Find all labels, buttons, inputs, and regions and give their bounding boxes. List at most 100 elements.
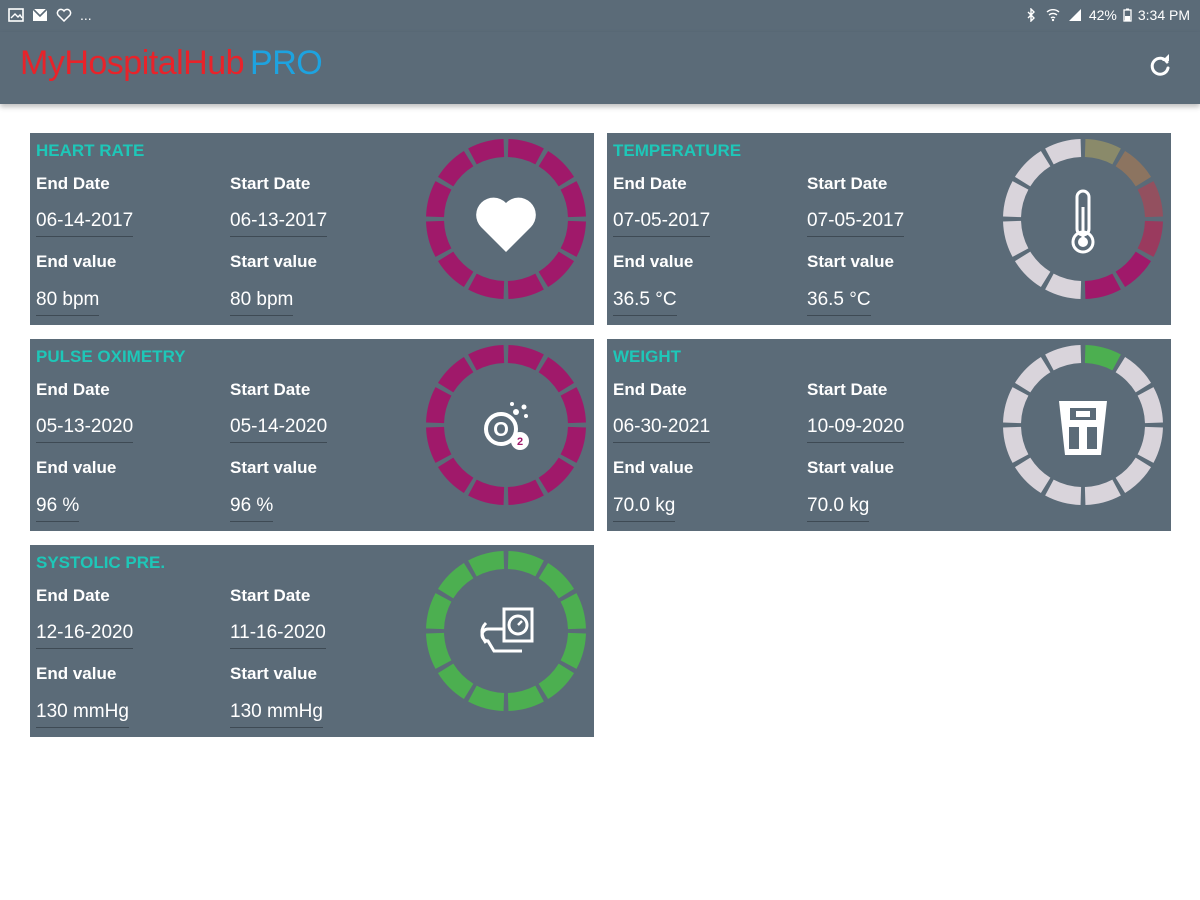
app-title: MyHospitalHub PRO	[20, 44, 323, 83]
signal-icon	[1068, 9, 1081, 21]
status-bar: ... 42% 3:34 PM	[0, 0, 1200, 32]
start-date-label: Start Date	[230, 174, 311, 193]
end-value-label: End value	[36, 664, 117, 683]
card-pulse-oximetry[interactable]: PULSE OXIMETRY End Date Start Date 05-13…	[30, 339, 594, 531]
start-value-label: Start value	[807, 252, 894, 271]
start-date-value: 05-14-2020	[230, 416, 328, 443]
gauge-segment	[1003, 387, 1029, 424]
thermometer-icon	[1071, 189, 1095, 254]
scale-icon	[1059, 401, 1107, 455]
gauge-segment	[468, 685, 505, 711]
heart-icon	[476, 197, 536, 252]
gauge-segment	[437, 356, 474, 393]
card-title: TEMPERATURE	[613, 141, 742, 160]
gauge-segment	[468, 479, 505, 505]
card-heart-rate[interactable]: HEART RATE End Date Start Date 06-14-201…	[30, 133, 594, 325]
gauge-segment	[437, 251, 474, 288]
start-date-label: Start Date	[807, 380, 888, 399]
gauge-segment	[507, 551, 544, 577]
start-value: 130 mmHg	[230, 701, 323, 728]
gauge-segment	[507, 345, 544, 371]
end-value-label: End value	[36, 458, 117, 477]
mail-icon	[32, 8, 48, 21]
oxygen-subscript: 2	[517, 436, 523, 448]
oxygen-icon: O 2	[484, 402, 529, 450]
gauge-segment	[426, 220, 452, 257]
gauge-segment	[538, 356, 575, 393]
start-value-label: Start value	[230, 664, 317, 683]
gauge-segment	[426, 632, 452, 669]
end-value: 80 bpm	[36, 289, 100, 316]
gauge-segment	[1137, 181, 1163, 218]
start-date-value: 11-16-2020	[230, 622, 326, 649]
gauge-segment	[1084, 479, 1121, 505]
end-value: 96 %	[36, 495, 80, 522]
end-value-label: End value	[613, 458, 694, 477]
gauge-segment	[426, 181, 452, 218]
start-value-label: Start value	[230, 458, 317, 477]
pulse-oximetry-gauge: O 2	[426, 345, 586, 505]
end-value-label: End value	[613, 252, 694, 271]
card-temperature[interactable]: TEMPERATURE End Date Start Date 07-05-20…	[607, 133, 1171, 325]
gauge-segment	[560, 181, 586, 218]
start-date-label: Start Date	[230, 380, 311, 399]
gauge-segment	[426, 387, 452, 424]
end-date-value: 05-13-2020	[36, 416, 134, 443]
gauge-segment	[1115, 457, 1152, 494]
gauge-segment	[1003, 181, 1029, 218]
app-title-brand: MyHospitalHub	[20, 44, 245, 82]
heart-outline-icon	[56, 8, 72, 22]
more-notifications: ...	[80, 7, 92, 23]
gauge-ring	[426, 551, 586, 711]
gauge-segment	[468, 139, 505, 165]
gauge-segment	[1137, 387, 1163, 424]
start-date-value: 06-13-2017	[230, 210, 328, 237]
start-value-label: Start value	[230, 252, 317, 271]
start-date-label: Start Date	[807, 174, 888, 193]
temperature-gauge	[1003, 139, 1163, 299]
end-date-value: 06-30-2021	[613, 416, 711, 443]
gauge-segment	[1084, 139, 1121, 165]
end-value: 36.5 °C	[613, 289, 677, 316]
gauge-segment	[1014, 356, 1051, 393]
refresh-icon[interactable]	[1146, 52, 1174, 80]
end-date-label: End Date	[613, 380, 687, 399]
gauge-segment	[437, 663, 474, 700]
gallery-icon	[8, 8, 24, 22]
start-date-value: 07-05-2017	[807, 210, 905, 237]
start-date-value: 10-09-2020	[807, 416, 905, 443]
gauge-segment	[538, 150, 575, 187]
gauge-segment	[1084, 273, 1121, 299]
gauge-segment	[560, 593, 586, 630]
card-weight[interactable]: WEIGHT End Date Start Date 06-30-2021 10…	[607, 339, 1171, 531]
gauge-segment	[1003, 426, 1029, 463]
gauge-segment	[538, 562, 575, 599]
end-date-value: 12-16-2020	[36, 622, 134, 649]
clock: 3:34 PM	[1137, 7, 1190, 23]
status-bar-system: 42% 3:34 PM	[1023, 7, 1190, 23]
gauge-segment	[507, 273, 544, 299]
gauge-segment	[538, 251, 575, 288]
gauge-segment	[1014, 150, 1051, 187]
oxygen-symbol: O	[493, 419, 509, 441]
start-value: 80 bpm	[230, 289, 294, 316]
systolic-pressure-gauge	[426, 551, 586, 711]
gauge-segment	[437, 562, 474, 599]
gauge-segment	[560, 632, 586, 669]
battery-icon	[1123, 8, 1132, 22]
bluetooth-icon	[1027, 8, 1035, 22]
end-date-label: End Date	[613, 174, 687, 193]
card-systolic-pressure[interactable]: SYSTOLIC PRE. End Date Start Date 12-16-…	[30, 545, 594, 737]
start-value: 96 %	[230, 495, 274, 522]
gauge-segment	[1045, 139, 1082, 165]
gauge-segment	[1115, 150, 1152, 187]
gauge-segment	[560, 387, 586, 424]
app-title-pro: PRO	[250, 44, 323, 82]
gauge-segment	[1014, 251, 1051, 288]
end-date-label: End Date	[36, 174, 110, 193]
gauge-segment	[507, 139, 544, 165]
end-value: 70.0 kg	[613, 495, 676, 522]
gauge-segment	[1003, 220, 1029, 257]
card-title: HEART RATE	[36, 141, 145, 160]
gauge-segment	[1137, 426, 1163, 463]
